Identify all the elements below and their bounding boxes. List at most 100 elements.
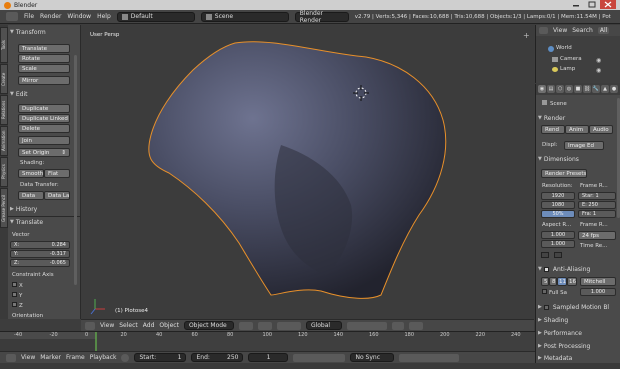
shelf-scrollbar[interactable] <box>74 55 77 285</box>
menu-file[interactable]: File <box>24 13 34 20</box>
resolution-y-field[interactable]: 1080 <box>541 201 575 209</box>
start-frame-field[interactable]: Start: 1 <box>134 353 187 362</box>
vector-z-field[interactable]: Z: -0.065 <box>10 259 70 267</box>
motion-blur-checkbox[interactable] <box>543 304 549 310</box>
scene-select[interactable]: Scene <box>200 11 289 22</box>
render-icon[interactable] <box>408 321 423 330</box>
frame-end-field[interactable]: E: 250 <box>578 201 616 209</box>
aa-filter-select[interactable]: Mitchell <box>580 277 616 286</box>
close-button[interactable] <box>600 0 616 9</box>
data-layout-button[interactable]: Data La <box>44 191 70 200</box>
visibility-eye-icon[interactable]: ◉ <box>596 57 601 64</box>
aspect-y-field[interactable]: 1.000 <box>541 240 575 248</box>
tab-animation[interactable]: Animation <box>0 126 8 156</box>
menu-select[interactable]: Select <box>119 322 138 329</box>
border-checkbox[interactable] <box>541 252 549 258</box>
menu-marker[interactable]: Marker <box>40 354 61 361</box>
aa-samples-8[interactable]: 8 <box>549 277 557 286</box>
menu-render[interactable]: Render <box>40 13 61 20</box>
frame-step-field[interactable]: Fra: 1 <box>578 210 616 218</box>
render-animation-button[interactable]: Anim <box>565 125 589 134</box>
object-tab-icon[interactable]: ■ <box>574 85 582 93</box>
motion-blur-section-header[interactable]: ▶ Sampled Motion Bl <box>538 302 618 312</box>
aspect-x-field[interactable]: 1.000 <box>541 231 575 239</box>
editor-type-icon[interactable] <box>6 12 18 21</box>
render-image-button[interactable]: Rend <box>541 125 565 134</box>
constraint-z-checkbox[interactable]: Z <box>12 302 23 309</box>
filter-size-field[interactable]: 1.000 <box>580 288 616 296</box>
keying-icons[interactable] <box>399 353 460 362</box>
aa-samples-11[interactable]: 11 <box>557 277 567 286</box>
editor-type-icon[interactable] <box>6 353 16 362</box>
vector-y-field[interactable]: Y: -0.317 <box>10 250 70 258</box>
menu-frame[interactable]: Frame <box>66 354 85 361</box>
menu-help[interactable]: Help <box>97 13 111 20</box>
minimize-button[interactable] <box>568 0 584 9</box>
tab-tools[interactable]: Tools <box>0 27 8 63</box>
outliner-item-camera[interactable]: Camera <box>560 56 582 62</box>
delete-button[interactable]: Delete <box>18 124 70 133</box>
layers-tab-icon[interactable]: ▤ <box>547 85 555 93</box>
menu-window[interactable]: Window <box>67 13 91 20</box>
menu-add[interactable]: Add <box>143 322 155 329</box>
aa-samples-5[interactable]: 5 <box>541 277 549 286</box>
full-sample-checkbox[interactable]: Full Sa <box>542 289 567 296</box>
history-panel-header[interactable]: ▶ History <box>10 204 76 214</box>
dimensions-section-header[interactable]: ▼ Dimensions <box>538 154 618 164</box>
menu-view[interactable]: View <box>100 322 114 329</box>
constraint-x-checkbox[interactable]: X <box>12 282 23 289</box>
menu-view[interactable]: View <box>21 354 35 361</box>
end-frame-field[interactable]: End: 250 <box>191 353 244 362</box>
frame-start-field[interactable]: Star: 1 <box>578 192 616 200</box>
resolution-x-field[interactable]: 1920 <box>541 192 575 200</box>
display-select[interactable]: Image Ed <box>564 141 604 150</box>
record-icon[interactable] <box>121 353 130 362</box>
render-section-header[interactable]: ▼ Render <box>538 113 618 123</box>
outliner-item-world[interactable]: World <box>556 45 572 51</box>
world-tab-icon[interactable]: ◍ <box>565 85 573 93</box>
material-tab-icon[interactable]: ● <box>610 85 618 93</box>
shading-mode-icon[interactable] <box>238 321 253 330</box>
tab-physics[interactable]: Physics <box>0 157 8 187</box>
screen-layout-select[interactable]: Default <box>116 11 195 22</box>
edit-panel-header[interactable]: ▼ Edit <box>10 89 76 99</box>
current-frame-field[interactable]: 1 <box>248 353 289 362</box>
menu-view[interactable]: View <box>553 27 567 34</box>
modifiers-tab-icon[interactable]: 🔧 <box>592 85 600 93</box>
transform-panel-header[interactable]: ▼ Transform <box>10 27 76 37</box>
pivot-icon[interactable] <box>257 321 272 330</box>
translate-panel-header[interactable]: ▼ Translate <box>10 217 76 227</box>
aa-samples-16[interactable]: 16 <box>567 277 577 286</box>
mirror-button[interactable]: Mirror <box>18 76 70 85</box>
crop-checkbox[interactable] <box>554 252 562 258</box>
tab-create[interactable]: Create <box>0 64 8 94</box>
transform-orientation-select[interactable]: Global <box>305 321 342 330</box>
set-origin-dropdown[interactable]: Set Origin ⇕ <box>18 148 70 157</box>
tab-grease-pencil[interactable]: Grease Pencil <box>0 188 8 228</box>
anti-aliasing-checkbox[interactable] <box>543 266 549 272</box>
snap-icon[interactable] <box>391 321 404 330</box>
menu-all[interactable]: All <box>597 27 610 34</box>
editor-type-icon[interactable] <box>85 321 95 330</box>
shade-flat-button[interactable]: Flat <box>44 169 70 178</box>
shade-smooth-button[interactable]: Smooth <box>18 169 44 178</box>
sync-select[interactable]: No Sync <box>350 353 395 362</box>
scale-button[interactable]: Scale <box>18 64 70 73</box>
duplicate-linked-button[interactable]: Duplicate Linked <box>18 114 70 123</box>
layer-buttons[interactable] <box>346 321 387 330</box>
performance-section-header[interactable]: ▶ Performance <box>538 328 618 338</box>
render-presets-select[interactable]: Render Presets <box>541 169 587 178</box>
fps-select[interactable]: 24 fps <box>578 231 616 240</box>
playback-controls[interactable] <box>293 353 346 362</box>
translate-button[interactable]: Translate <box>18 44 70 53</box>
manipulator-icons[interactable] <box>276 321 301 330</box>
timeline[interactable]: -40-200204060801001201401601802002202402… <box>0 331 620 352</box>
render-tab-icon[interactable]: ◉ <box>538 85 546 93</box>
metadata-section-header[interactable]: ▶ Metadata <box>538 353 618 363</box>
constraint-y-checkbox[interactable]: Y <box>12 292 22 299</box>
menu-search[interactable]: Search <box>572 27 593 34</box>
visibility-eye-icon[interactable]: ◉ <box>596 67 601 74</box>
resolution-percentage-field[interactable]: 50% <box>541 210 575 218</box>
render-audio-button[interactable]: Audio <box>589 125 613 134</box>
data-tab-icon[interactable]: ▲ <box>601 85 609 93</box>
